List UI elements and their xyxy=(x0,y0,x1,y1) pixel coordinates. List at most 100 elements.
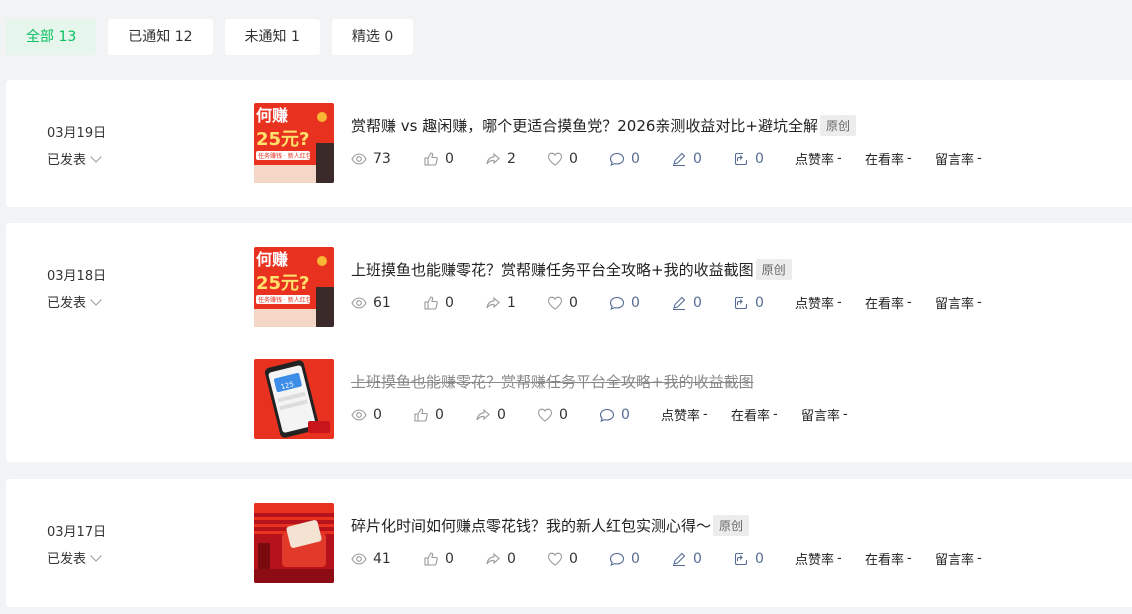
like-rate: 点赞率 - xyxy=(661,407,708,424)
article-row: 何赚 25元? 任务赚钱 · 新人红包 赏帮赚 vs 趣闲赚，哪个更适合摸鱼党？… xyxy=(254,103,1124,183)
stat-wow: 0 xyxy=(547,295,609,311)
thumbs-up-icon xyxy=(424,151,438,166)
tab-notified[interactable]: 已通知 12 xyxy=(108,19,213,55)
publish-date: 03月19日 xyxy=(47,126,107,141)
article-title-link[interactable]: 赏帮赚 vs 趣闲赚，哪个更适合摸鱼党？2026亲测收益对比+避坑全解 xyxy=(351,115,818,136)
date-column: 03月17日 已发表 xyxy=(47,521,106,567)
article-stats: 61 0 1 0 0 0 0 点赞率 - 在看率 - 留言率 - xyxy=(351,293,1005,312)
stat-views: 41 xyxy=(351,551,423,567)
article-title-link[interactable]: 碎片化时间如何赚点零花钱？我的新人红包实测心得～ xyxy=(351,515,711,536)
comment-icon xyxy=(609,552,625,566)
comment-rate: 留言率 - xyxy=(801,407,848,424)
comment-icon xyxy=(609,152,625,166)
chevron-down-icon xyxy=(90,150,102,163)
stat-forwards: 0 xyxy=(733,151,795,167)
date-column: 03月18日 已发表 xyxy=(47,265,106,311)
eye-icon xyxy=(351,152,367,165)
comment-rate: 留言率 - xyxy=(935,151,982,168)
publish-status-dropdown[interactable]: 已发表 xyxy=(47,149,106,168)
filter-tabs: 全部 13 已通知 12 未通知 1 精选 0 xyxy=(6,19,414,55)
tab-featured[interactable]: 精选 0 xyxy=(331,19,414,55)
like-rate: 点赞率 - xyxy=(795,295,842,312)
like-rate: 点赞率 - xyxy=(795,551,842,568)
thumb-caption: 任务赚钱 · 新人红包 xyxy=(258,296,312,304)
like-rate: 点赞率 - xyxy=(795,151,842,168)
stat-comments: 0 xyxy=(609,295,671,311)
stat-edits: 0 xyxy=(671,151,733,167)
stat-likes: 0 xyxy=(423,551,485,567)
stat-likes: 0 xyxy=(423,151,485,167)
share-icon xyxy=(486,296,500,308)
watch-rate: 在看率 - xyxy=(865,295,912,312)
stat-views: 0 xyxy=(351,407,413,423)
article-thumbnail[interactable]: 何赚 25元? 任务赚钱 · 新人红包 xyxy=(254,103,334,183)
thumbs-up-icon xyxy=(414,407,428,422)
article-title-link[interactable]: 上班摸鱼也能赚零花？赏帮赚任务平台全攻略+我的收益截图 xyxy=(351,259,754,280)
comment-rate: 留言率 - xyxy=(935,295,982,312)
stat-forwards: 0 xyxy=(733,295,795,311)
original-badge: 原创 xyxy=(755,259,792,280)
comment-rate: 留言率 - xyxy=(935,551,982,568)
eye-icon xyxy=(351,408,367,421)
publish-status: 已发表 xyxy=(47,153,87,168)
comment-icon xyxy=(609,296,625,310)
stat-edits: 0 xyxy=(671,551,733,567)
thumb-caption: 任务赚钱 · 新人红包 xyxy=(258,152,312,160)
stat-comments: 0 xyxy=(599,407,661,423)
chevron-down-icon xyxy=(90,293,102,306)
forward-icon xyxy=(734,152,748,165)
date-column: 03月19日 已发表 xyxy=(47,122,106,168)
pen-icon xyxy=(673,552,686,566)
thumbs-up-icon xyxy=(424,295,438,310)
article-stats: 73 0 2 0 0 0 0 点赞率 - 在看率 - 留言率 - xyxy=(351,149,1005,168)
stat-likes: 0 xyxy=(423,295,485,311)
article-group-card: 03月19日 已发表 何赚 25元? 任务赚钱 · 新人红包 赏帮赚 vs 趣闲… xyxy=(6,80,1132,207)
share-icon xyxy=(476,408,490,420)
publish-status-dropdown[interactable]: 已发表 xyxy=(47,292,106,311)
stat-shares: 0 xyxy=(475,407,537,423)
heart-icon xyxy=(547,296,563,310)
article-thumbnail[interactable] xyxy=(254,503,334,583)
stat-wow: 0 xyxy=(547,151,609,167)
stat-likes: 0 xyxy=(413,407,475,423)
stat-shares: 2 xyxy=(485,151,547,167)
stat-shares: 0 xyxy=(485,551,547,567)
thumb-amount: 25元? xyxy=(256,273,310,294)
heart-icon xyxy=(547,152,563,166)
share-icon xyxy=(486,552,500,564)
eye-icon xyxy=(351,296,367,309)
original-badge: 原创 xyxy=(713,515,750,536)
stat-views: 73 xyxy=(351,151,423,167)
watch-rate: 在看率 - xyxy=(865,551,912,568)
tab-not-notified[interactable]: 未通知 1 xyxy=(224,19,320,55)
article-stats: 41 0 0 0 0 0 0 点赞率 - 在看率 - 留言率 - xyxy=(351,549,1005,568)
stat-edits: 0 xyxy=(671,295,733,311)
article-thumbnail[interactable]: 何赚 25元? 任务赚钱 · 新人红包 xyxy=(254,247,334,327)
tab-all[interactable]: 全部 13 xyxy=(6,19,97,55)
stat-views: 61 xyxy=(351,295,423,311)
publish-status-dropdown[interactable]: 已发表 xyxy=(47,548,106,567)
article-group-card: 03月18日 已发表 何赚 25元? 任务赚钱 · 新人红包 上班摸鱼也能赚零花… xyxy=(6,223,1132,462)
stat-comments: 0 xyxy=(609,151,671,167)
forward-icon xyxy=(734,296,748,309)
stat-wow: 0 xyxy=(537,407,599,423)
article-thumbnail[interactable]: 125 xyxy=(254,359,334,439)
watch-rate: 在看率 - xyxy=(731,407,778,424)
publish-date: 03月18日 xyxy=(47,269,107,284)
thumb-headline: 何赚 xyxy=(256,106,288,125)
article-row: 何赚 25元? 任务赚钱 · 新人红包 上班摸鱼也能赚零花？赏帮赚任务平台全攻略… xyxy=(254,247,1124,327)
publish-status: 已发表 xyxy=(47,552,87,567)
article-row-deleted: 125 上班摸鱼也能赚零花？赏帮赚任务平台全攻略+我的收益截图 0 0 0 0 … xyxy=(254,359,1124,439)
eye-icon xyxy=(351,552,367,565)
stat-wow: 0 xyxy=(547,551,609,567)
thumb-amount: 25元? xyxy=(256,129,310,150)
watch-rate: 在看率 - xyxy=(865,151,912,168)
chevron-down-icon xyxy=(90,549,102,562)
stat-shares: 1 xyxy=(485,295,547,311)
article-title-link[interactable]: 上班摸鱼也能赚零花？赏帮赚任务平台全攻略+我的收益截图 xyxy=(351,371,754,392)
heart-icon xyxy=(537,408,553,422)
thumb-headline: 何赚 xyxy=(256,250,288,269)
pen-icon xyxy=(673,296,686,310)
article-group-card: 03月17日 已发表 碎片化时间如何赚点零花钱？我的新人红包实测心得～ 原创 4… xyxy=(6,479,1132,607)
thumbs-up-icon xyxy=(424,551,438,566)
